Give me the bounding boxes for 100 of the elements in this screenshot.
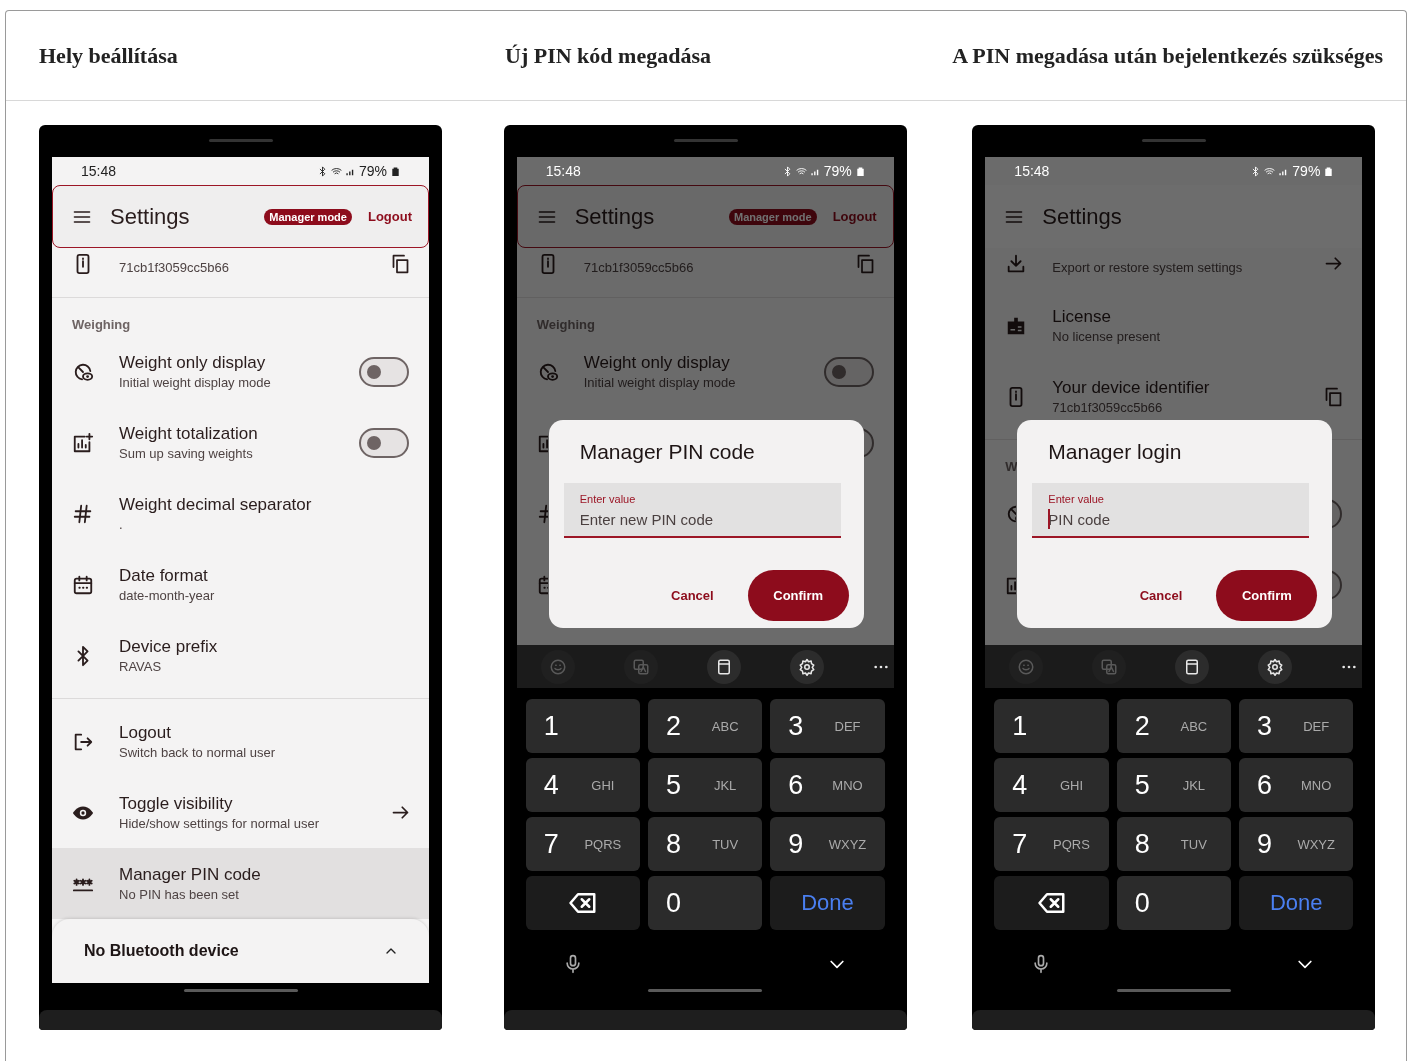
row-subtitle: 71cb1f3059cc5b66 <box>1052 398 1164 417</box>
row-subtitle: 71cb1f3059cc5b66 <box>119 259 230 277</box>
row-subtitle: Initial weight display mode <box>119 373 272 392</box>
row-subtitle: Initial weight display mode <box>583 373 737 392</box>
section-header: Weighing <box>536 317 595 332</box>
battery-icon <box>1323 165 1335 177</box>
keyboard-key[interactable]: 0 <box>1116 876 1231 930</box>
row-title: License <box>1052 305 1112 328</box>
pin-input[interactable]: Enter new PIN code <box>579 509 825 529</box>
keyboard-key[interactable]: 3 DEF <box>770 699 885 753</box>
settings-row[interactable]: Device prefix RAVAS <box>52 620 429 691</box>
backspace-key[interactable] <box>994 876 1109 930</box>
settings-row[interactable]: Toggle visibility Hide/show settings for normal user <box>52 777 429 848</box>
settings-row[interactable]: Weight only display Initial weight display mode <box>52 336 429 407</box>
toggle-switch[interactable] <box>823 356 874 387</box>
row-subtitle: Export or restore system settings <box>1052 259 1244 277</box>
keyboard-key[interactable]: 2 ABC <box>648 699 763 753</box>
hash-icon <box>536 502 548 525</box>
row-title: Manager PIN code <box>119 863 262 886</box>
toggle-switch[interactable] <box>359 356 409 387</box>
keyboard-key[interactable]: 9 WXYZ <box>1239 817 1354 871</box>
keyboard-key[interactable]: 9 WXYZ <box>770 817 885 871</box>
row-subtitle: Hide/show settings for normal user <box>119 814 321 833</box>
done-key[interactable]: Done <box>1239 876 1354 930</box>
wifi-icon <box>330 165 342 177</box>
calendar-icon <box>72 573 94 596</box>
row-subtitle: . <box>119 515 124 534</box>
keyboard-key[interactable]: 4 GHI <box>994 758 1109 812</box>
caption: A PIN megadása után bejelentkezés szükséges <box>952 42 1384 69</box>
status-time: 15:48 <box>1014 163 1050 179</box>
settings-icon[interactable] <box>1258 649 1293 684</box>
row-title: Weight totalization <box>119 422 259 445</box>
row-subtitle: No license present <box>1052 327 1161 346</box>
status-time: 15:48 <box>545 163 581 179</box>
battery-percent: 79% <box>1292 163 1321 179</box>
battery-icon <box>390 165 401 177</box>
pin-field[interactable]: Enter value Enter new PIN code <box>563 483 841 538</box>
row-title: Device prefix <box>119 635 219 658</box>
section-header: W <box>1005 459 1018 474</box>
keyboard-key[interactable]: 5 JKL <box>648 758 763 812</box>
row-subtitle: Switch back to normal user <box>119 743 277 762</box>
done-key[interactable]: Done <box>770 876 885 930</box>
row-title: Toggle visibility <box>119 792 234 815</box>
backspace-key[interactable] <box>525 876 640 930</box>
logout-button[interactable]: Logout <box>367 209 412 224</box>
bottom-sheet[interactable]: No Bluetooth device <box>52 919 429 983</box>
row-title: Weight only display <box>583 351 731 374</box>
row-subtitle: Sum up saving weights <box>119 444 254 463</box>
settings-row[interactable]: Logout Switch back to normal user <box>52 706 429 777</box>
wifi-icon <box>795 165 807 177</box>
sheet-label: No Bluetooth device <box>84 942 240 960</box>
app-title: Settings <box>574 203 656 230</box>
keyboard-key[interactable]: 8 TUV <box>648 817 763 871</box>
chart-plus-icon <box>72 431 94 454</box>
app-title: Settings <box>110 203 191 230</box>
caption: Új PIN kód megadása <box>504 42 712 69</box>
speaker-slot <box>1142 139 1207 142</box>
keyboard-key[interactable]: 8 TUV <box>1116 817 1231 871</box>
dialog-title: Manager PIN code <box>578 439 756 465</box>
app-title: Settings <box>1042 203 1123 230</box>
settings-row[interactable]: Weight decimal separator . <box>52 478 429 549</box>
hash-icon <box>72 502 94 525</box>
settings-row[interactable]: Manager PIN code No PIN has been set <box>52 848 429 919</box>
keyboard-key[interactable]: 6 MNO <box>1239 758 1354 812</box>
battery-icon <box>854 165 866 177</box>
toggle-switch[interactable] <box>359 427 409 458</box>
keyboard-key[interactable]: 7 PQRS <box>994 817 1109 871</box>
mode-badge: Manager mode <box>729 208 817 225</box>
field-label: Enter value <box>1048 492 1105 506</box>
row-title: Weight only display <box>119 351 267 374</box>
status-time: 15:48 <box>81 163 117 179</box>
keyboard-key[interactable]: 5 JKL <box>1116 758 1231 812</box>
confirm-button[interactable]: Confirm <box>747 570 849 621</box>
copy-icon[interactable] <box>390 253 411 274</box>
row-title: Weight decimal separator <box>119 493 313 516</box>
confirm-button[interactable]: Confirm <box>1216 570 1318 621</box>
keyboard-key[interactable]: 1 <box>525 699 640 753</box>
cancel-button[interactable]: Cancel <box>1125 588 1197 603</box>
speaker-slot <box>209 139 273 142</box>
wifi-icon <box>1264 165 1276 177</box>
clipboard-icon[interactable] <box>706 649 741 684</box>
keyboard-key[interactable]: 6 MNO <box>770 758 885 812</box>
keyboard-key[interactable]: 0 <box>648 876 763 930</box>
clipboard-icon[interactable] <box>1175 649 1210 684</box>
keyboard-key[interactable]: 4 GHI <box>525 758 640 812</box>
settings-row[interactable]: 71cb1f3059cc5b66 <box>52 248 429 290</box>
settings-row[interactable]: Date format date-month-year <box>52 549 429 620</box>
keyboard-key[interactable]: 1 <box>994 699 1109 753</box>
row-title: Logout <box>119 721 172 744</box>
row-subtitle: date-month-year <box>119 586 216 605</box>
cancel-button[interactable]: Cancel <box>657 588 728 603</box>
settings-icon[interactable] <box>789 649 824 684</box>
row-title: Date format <box>119 564 209 587</box>
settings-row[interactable]: Weight totalization Sum up saving weights <box>52 407 429 478</box>
keyboard-key[interactable]: 3 DEF <box>1239 699 1354 753</box>
field-label: Enter value <box>579 492 637 506</box>
caption: Hely beállítása <box>38 42 179 69</box>
keyboard-key[interactable]: 2 ABC <box>1116 699 1231 753</box>
speaker-slot <box>673 139 738 142</box>
keyboard-key[interactable]: 7 PQRS <box>525 817 640 871</box>
